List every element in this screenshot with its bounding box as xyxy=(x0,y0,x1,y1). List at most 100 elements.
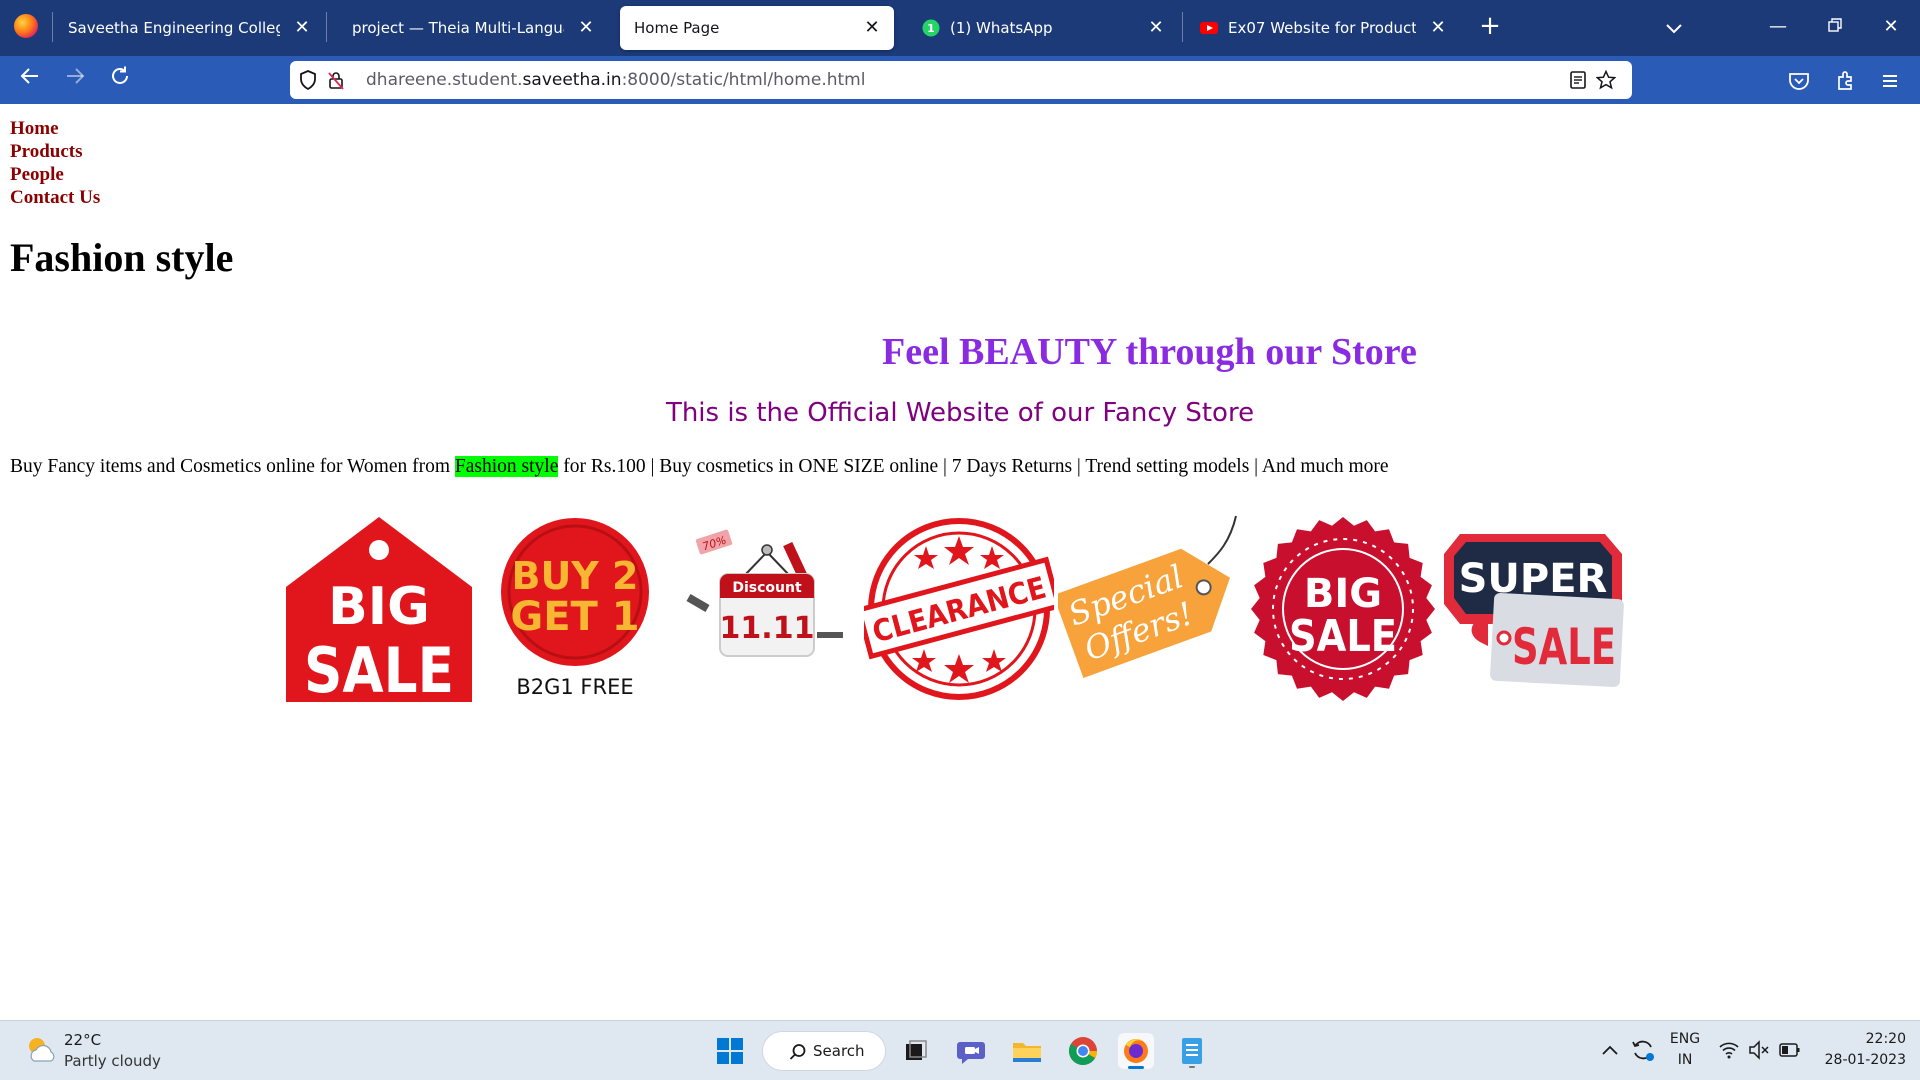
store-tagline: Feel BEAUTY through our Store xyxy=(882,331,1417,373)
special-offers-tag-image: Special Offers! xyxy=(1058,515,1237,678)
firefox-icon[interactable] xyxy=(14,14,38,38)
language-indicator-bottom[interactable]: IN xyxy=(1666,1052,1704,1068)
tracking-shield-icon[interactable] xyxy=(298,70,318,90)
badge-text: 11.11 xyxy=(720,611,815,646)
windows-start-icon[interactable] xyxy=(712,1033,748,1069)
back-button[interactable] xyxy=(14,65,46,97)
badge-text: GET 1 xyxy=(510,594,639,640)
clock-date[interactable]: 28-01-2023 xyxy=(1810,1052,1906,1068)
tab-youtube[interactable]: Ex07 Website for Product Devel ✕ xyxy=(1186,6,1460,50)
close-icon[interactable]: ✕ xyxy=(292,18,312,38)
tab-separator xyxy=(326,12,327,42)
notepad-icon[interactable] xyxy=(1174,1033,1210,1069)
youtube-icon xyxy=(1200,22,1218,34)
url-text[interactable]: dhareene.student.saveetha.in:8000/static… xyxy=(366,70,865,90)
url-host: saveetha.in xyxy=(522,70,622,90)
search-label: Search xyxy=(813,1042,865,1060)
navigation-toolbar: dhareene.student.saveetha.in:8000/static… xyxy=(0,56,1920,104)
back-arrow-icon xyxy=(20,68,38,84)
tab-bar: Saveetha Engineering College ✕ project —… xyxy=(0,0,1920,56)
page-heading: Fashion style xyxy=(10,235,234,280)
volume-muted-icon[interactable] xyxy=(1748,1039,1770,1061)
insecure-lock-icon[interactable] xyxy=(326,70,346,90)
extensions-icon[interactable] xyxy=(1833,69,1857,93)
task-view-icon[interactable] xyxy=(898,1033,934,1069)
menu-link-products[interactable]: Products xyxy=(10,141,82,163)
close-icon[interactable]: ✕ xyxy=(1428,18,1448,38)
battery-icon[interactable] xyxy=(1778,1039,1802,1061)
firefox-taskbar-icon[interactable] xyxy=(1118,1033,1154,1069)
badge-text: 70% xyxy=(701,533,728,553)
reload-icon xyxy=(112,66,128,84)
file-explorer-icon[interactable] xyxy=(1009,1033,1045,1069)
list-all-tabs-icon[interactable] xyxy=(1660,14,1688,42)
language-indicator-top[interactable]: ENG xyxy=(1666,1031,1704,1047)
tab-whatsapp[interactable]: 1 (1) WhatsApp ✕ xyxy=(908,6,1178,50)
show-hidden-icons-chevron[interactable] xyxy=(1600,1041,1620,1061)
sync-icon[interactable] xyxy=(1630,1037,1656,1063)
menu-link-people[interactable]: People xyxy=(10,164,64,186)
url-path: :8000/static/html/home.html xyxy=(621,70,866,90)
tab-label: project — Theia Multi-Language Ex xyxy=(352,19,564,37)
highlighted-brand: Fashion style xyxy=(454,456,559,477)
web-page: Home Products People Contact Us Fashion … xyxy=(0,104,1920,1020)
forward-button[interactable] xyxy=(59,65,91,97)
tab-saveetha[interactable]: Saveetha Engineering College ✕ xyxy=(54,6,324,50)
buy2-get1-image: BUY 2 GET 1 B2G1 FREE xyxy=(501,518,649,699)
super-sale-tag-image: SUPER SALE xyxy=(1444,534,1624,688)
official-website-line: This is the Official Website of our Fanc… xyxy=(665,398,1255,428)
restore-button[interactable] xyxy=(1817,12,1853,42)
tab-separator xyxy=(1182,12,1183,42)
pocket-icon[interactable] xyxy=(1787,69,1811,93)
clearance-stamp-image: CLEARANCE xyxy=(864,518,1054,700)
close-icon[interactable]: ✕ xyxy=(862,18,882,38)
minimize-button[interactable]: — xyxy=(1760,12,1796,42)
badge-text: Discount xyxy=(732,580,802,596)
badge-text: BIG xyxy=(328,577,430,637)
address-bar[interactable]: dhareene.student.saveetha.in:8000/static… xyxy=(290,61,1632,99)
taskbar-search-box[interactable]: Search xyxy=(762,1031,886,1071)
intro-paragraph: Buy Fancy items and Cosmetics online for… xyxy=(10,456,1389,478)
big-sale-seal-image: BIG SALE xyxy=(1251,517,1435,701)
chrome-icon[interactable] xyxy=(1065,1033,1101,1069)
whatsapp-icon: 1 xyxy=(922,19,940,37)
intro-text-start: Buy Fancy items and Cosmetics online for… xyxy=(10,456,455,477)
big-sale-tag-image: BIG SALE xyxy=(286,517,472,704)
tab-label: Saveetha Engineering College xyxy=(68,19,280,37)
sale-badges: BIG SALE BUY 2 GET 1 B2G1 FREE 70% Disco… xyxy=(0,514,1920,714)
clock-time[interactable]: 22:20 xyxy=(1810,1031,1906,1047)
menu-link-home[interactable]: Home xyxy=(10,118,59,140)
tab-label: Ex07 Website for Product Devel xyxy=(1228,19,1416,37)
intro-text-end: for Rs.100 | Buy cosmetics in ONE SIZE o… xyxy=(558,456,1389,477)
close-window-button[interactable]: ✕ xyxy=(1873,12,1909,42)
wifi-icon[interactable] xyxy=(1718,1039,1740,1061)
discount-calendar-image: 70% Discount 11.11 xyxy=(686,529,843,657)
close-icon[interactable]: ✕ xyxy=(576,18,596,38)
windows-taskbar: 22°C Partly cloudy Search ENG IN 22:20 2… xyxy=(0,1020,1920,1080)
tab-separator xyxy=(52,12,53,42)
close-icon[interactable]: ✕ xyxy=(1146,18,1166,38)
weather-description[interactable]: Partly cloudy xyxy=(64,1052,161,1070)
reload-button[interactable] xyxy=(104,65,136,97)
badge-text: SALE xyxy=(1289,611,1397,662)
search-icon xyxy=(789,1044,806,1060)
tab-label: Home Page xyxy=(634,19,720,37)
reader-view-icon[interactable] xyxy=(1568,70,1588,90)
new-tab-button[interactable]: + xyxy=(1475,12,1505,42)
tab-label: (1) WhatsApp xyxy=(950,19,1053,37)
partly-cloudy-icon[interactable] xyxy=(24,1033,58,1067)
badge-text: BUY 2 xyxy=(511,554,638,598)
url-prefix: dhareene.student. xyxy=(366,70,523,90)
teams-chat-icon[interactable] xyxy=(954,1033,990,1069)
weather-temperature[interactable]: 22°C xyxy=(64,1031,101,1049)
tab-home-page[interactable]: Home Page ✕ xyxy=(620,6,894,50)
tab-theia-project[interactable]: project — Theia Multi-Language Ex ✕ xyxy=(338,6,608,50)
badge-caption: B2G1 FREE xyxy=(516,675,633,699)
badge-text: SALE xyxy=(1512,618,1616,676)
bookmark-star-icon[interactable] xyxy=(1596,70,1616,90)
menu-hamburger-icon[interactable] xyxy=(1878,69,1902,93)
badge-text: SALE xyxy=(304,634,454,704)
forward-arrow-icon xyxy=(67,68,85,84)
menu-link-contact-us[interactable]: Contact Us xyxy=(10,187,100,209)
restore-icon xyxy=(1828,18,1842,32)
